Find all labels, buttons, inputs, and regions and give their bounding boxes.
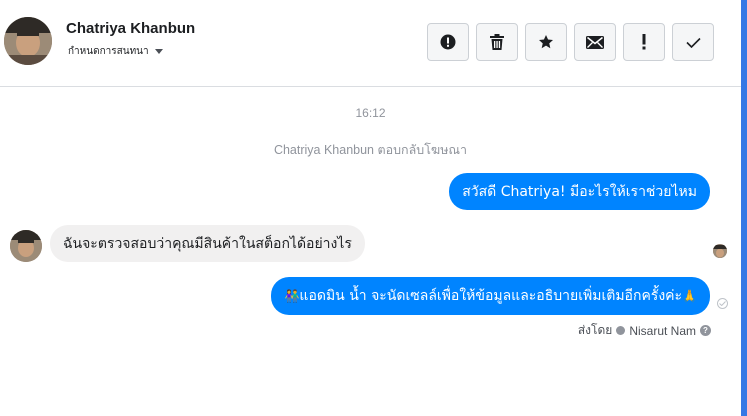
conversation-schedule-dropdown[interactable]: กำหนดการสนทนา <box>68 44 163 59</box>
star-icon <box>539 35 553 49</box>
report-button[interactable] <box>427 23 469 61</box>
done-button[interactable] <box>672 23 714 61</box>
outgoing-message-bubble[interactable]: สวัสดี Chatriya! มีอะไรให้เราช่วยไหม <box>449 173 710 210</box>
couple-emoji-icon: 👫 <box>284 289 300 303</box>
caret-down-icon <box>154 49 163 54</box>
system-message: Chatriya Khanbun ตอบกลับโฆษณา <box>273 143 468 157</box>
check-icon <box>685 37 701 48</box>
verified-dot-icon <box>616 326 626 335</box>
sent-by-name: Nisarut Nam <box>629 323 696 338</box>
scrollbar[interactable] <box>741 0 747 416</box>
outgoing-message-bubble[interactable]: 👫 แอดมิน น้ำ จะนัดเซลล์เพื่อให้ข้อมูลและ… <box>271 277 710 315</box>
spam-button[interactable] <box>623 23 665 61</box>
message-timestamp: 16:12 <box>355 106 386 120</box>
message-text: ฉันจะตรวจสอบว่าคุณมีสินค้าในสต็อกได้อย่า… <box>63 235 352 252</box>
exclamation-icon <box>642 34 646 50</box>
contact-avatar-small <box>10 230 42 262</box>
conversation-header: Chatriya Khanbun กำหนดการสนทนา <box>0 0 741 87</box>
contact-name[interactable]: Chatriya Khanbun <box>66 20 195 37</box>
incoming-message-bubble[interactable]: ฉันจะตรวจสอบว่าคุณมีสินค้าในสต็อกได้อย่า… <box>50 225 365 262</box>
contact-avatar[interactable] <box>4 17 52 65</box>
pray-emoji-icon: 🙏 <box>682 289 697 303</box>
sent-status-icon <box>717 298 728 309</box>
message-text: สวัสดี Chatriya! มีอะไรให้เราช่วยไหม <box>462 183 697 200</box>
envelope-icon <box>586 35 604 49</box>
help-icon[interactable]: ? <box>700 325 711 336</box>
mark-unread-button[interactable] <box>574 23 616 61</box>
trash-icon <box>490 34 504 50</box>
star-button[interactable] <box>525 23 567 61</box>
conversation-schedule-label: กำหนดการสนทนา <box>68 46 149 57</box>
sent-by-label: ส่งโดย <box>577 323 613 337</box>
delete-button[interactable] <box>476 23 518 61</box>
message-text: แอดมิน น้ำ จะนัดเซลล์เพื่อให้ข้อมูลและอธ… <box>299 288 683 304</box>
alert-circle-icon <box>440 34 456 50</box>
sent-by-info: ส่งโดย Nisarut Nam ? <box>578 321 711 340</box>
conversation-toolbar <box>427 23 714 61</box>
seen-avatar <box>713 244 727 258</box>
